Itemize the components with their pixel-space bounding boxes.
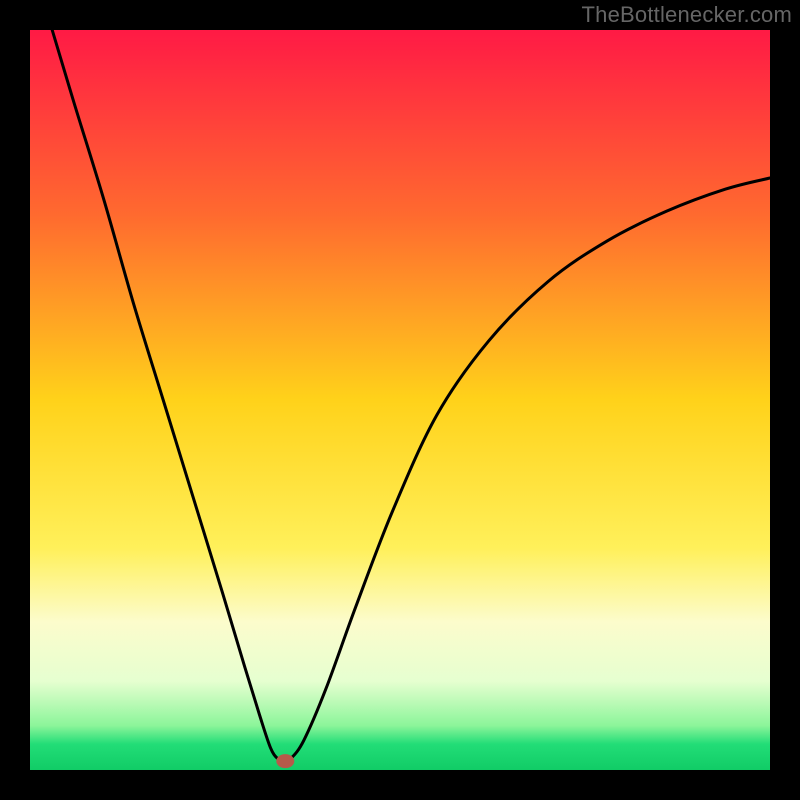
chart-gradient-bg: [30, 30, 770, 770]
chart-frame: TheBottlenecker.com: [0, 0, 800, 800]
optimal-point-marker: [276, 754, 294, 768]
bottleneck-chart: [0, 0, 800, 800]
attribution-text: TheBottlenecker.com: [582, 2, 792, 28]
